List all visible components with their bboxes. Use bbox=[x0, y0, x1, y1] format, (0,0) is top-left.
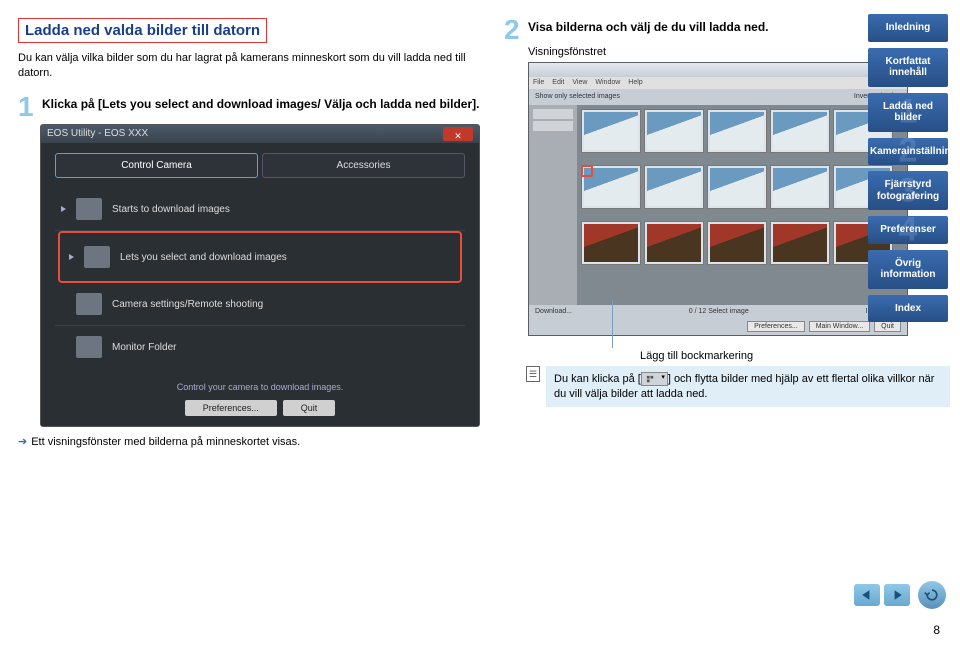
back-button[interactable] bbox=[918, 581, 946, 609]
eos-footer-text: Control your camera to download images. bbox=[41, 376, 479, 394]
thumbnail[interactable] bbox=[644, 221, 704, 265]
eos-item-label: Camera settings/Remote shooting bbox=[112, 299, 263, 310]
chevron-right-icon bbox=[61, 206, 66, 212]
nav-other-info[interactable]: Övrig information bbox=[868, 250, 948, 289]
thumbnail[interactable] bbox=[581, 221, 641, 265]
viewer-menubar: File Edit View Window Help bbox=[529, 77, 907, 89]
main-window-button[interactable]: Main Window... bbox=[809, 321, 870, 332]
page-title: Ladda ned valda bilder till datorn bbox=[18, 18, 267, 43]
eos-item-label: Monitor Folder bbox=[112, 342, 176, 353]
folder-all[interactable] bbox=[533, 109, 573, 119]
eos-item-label: Lets you select and download images bbox=[120, 252, 287, 263]
callout-label: Lägg till bockmarkering bbox=[640, 350, 753, 362]
close-icon[interactable]: ✕ bbox=[443, 127, 473, 141]
eos-item-remote[interactable]: Camera settings/Remote shooting bbox=[55, 283, 465, 326]
thumbnail[interactable] bbox=[707, 109, 767, 153]
nav-download-images[interactable]: 1Ladda ned bilder bbox=[868, 93, 948, 132]
nav-preferences[interactable]: 4Preferenser bbox=[868, 216, 948, 244]
tab-control-camera[interactable]: Control Camera bbox=[55, 153, 258, 178]
eos-item-monitor[interactable]: Monitor Folder bbox=[55, 326, 465, 368]
viewer-window: File Edit View Window Help Show only sel… bbox=[528, 62, 908, 336]
eos-window-title: EOS Utility - EOS XXX bbox=[47, 125, 148, 143]
folder-item[interactable] bbox=[533, 121, 573, 131]
thumbnail[interactable] bbox=[707, 165, 767, 209]
select-download-icon bbox=[84, 246, 110, 268]
thumbnail[interactable] bbox=[770, 221, 830, 265]
next-page-button[interactable] bbox=[884, 584, 910, 606]
thumbnail-grid bbox=[577, 105, 907, 305]
menu-window[interactable]: Window bbox=[595, 79, 620, 86]
menu-edit[interactable]: Edit bbox=[552, 79, 564, 86]
callout-line bbox=[612, 300, 613, 348]
tab-accessories[interactable]: Accessories bbox=[262, 153, 465, 178]
chevron-right-icon bbox=[69, 254, 74, 260]
eos-item-label: Starts to download images bbox=[112, 204, 230, 215]
viewer-titlebar bbox=[529, 63, 907, 77]
nav-camera-settings[interactable]: 2Kamerainställningar bbox=[868, 138, 948, 166]
nav-brief-toc[interactable]: Kortfattat innehåll bbox=[868, 48, 948, 87]
nav-remote-shooting[interactable]: 3Fjärrstyrd fotografering bbox=[868, 171, 948, 210]
menu-view[interactable]: View bbox=[572, 79, 587, 86]
quit-button[interactable]: Quit bbox=[283, 400, 336, 416]
result-note: Ett visningsfönster med bilderna på minn… bbox=[18, 435, 490, 448]
menu-help[interactable]: Help bbox=[628, 79, 642, 86]
step1-number: 1 bbox=[18, 95, 38, 119]
thumbnail[interactable] bbox=[644, 165, 704, 209]
camera-icon bbox=[76, 293, 102, 315]
thumbnail[interactable] bbox=[581, 165, 641, 209]
download-icon bbox=[76, 198, 102, 220]
eos-utility-window: EOS Utility - EOS XXX ✕ Control Camera A… bbox=[40, 124, 480, 427]
folder-icon bbox=[76, 336, 102, 358]
highlighted-option: Lets you select and download images bbox=[58, 231, 462, 283]
thumbnail[interactable] bbox=[581, 109, 641, 153]
thumbnail[interactable] bbox=[707, 221, 767, 265]
thumbnail[interactable] bbox=[770, 109, 830, 153]
preferences-button[interactable]: Preferences... bbox=[185, 400, 277, 416]
toolbar-left[interactable]: Show only selected images bbox=[535, 93, 620, 100]
thumbnail[interactable] bbox=[644, 109, 704, 153]
step2-text: Visa bilderna och välj de du vill ladda … bbox=[528, 18, 769, 42]
tip-icon: ☰ bbox=[526, 366, 540, 382]
preferences-button[interactable]: Preferences... bbox=[747, 321, 805, 332]
chapter-nav: Inledning Kortfattat innehåll 1Ladda ned… bbox=[868, 14, 948, 322]
checkmark-highlight bbox=[581, 165, 593, 177]
intro-text: Du kan välja vilka bilder som du har lag… bbox=[18, 51, 490, 81]
thumbnail[interactable] bbox=[770, 165, 830, 209]
step1-text: Klicka på [Lets you select and download … bbox=[42, 95, 479, 111]
prev-page-button[interactable] bbox=[854, 584, 880, 606]
selection-count: 0 / 12 Select image bbox=[689, 308, 749, 315]
menu-file[interactable]: File bbox=[533, 79, 544, 86]
nav-intro[interactable]: Inledning bbox=[868, 14, 948, 42]
nav-index[interactable]: Index bbox=[868, 295, 948, 323]
filter-dropdown-icon bbox=[641, 372, 668, 386]
page-number: 8 bbox=[933, 623, 940, 637]
download-button[interactable]: Download... bbox=[535, 308, 572, 315]
quit-button[interactable]: Quit bbox=[874, 321, 901, 332]
viewer-sidebar bbox=[529, 105, 577, 305]
eos-item-download[interactable]: Starts to download images bbox=[55, 188, 465, 231]
step2-number: 2 bbox=[504, 18, 524, 42]
eos-item-select-download[interactable]: Lets you select and download images bbox=[63, 236, 457, 278]
tip-text: Du kan klicka på [] och flytta bilder me… bbox=[546, 366, 950, 408]
